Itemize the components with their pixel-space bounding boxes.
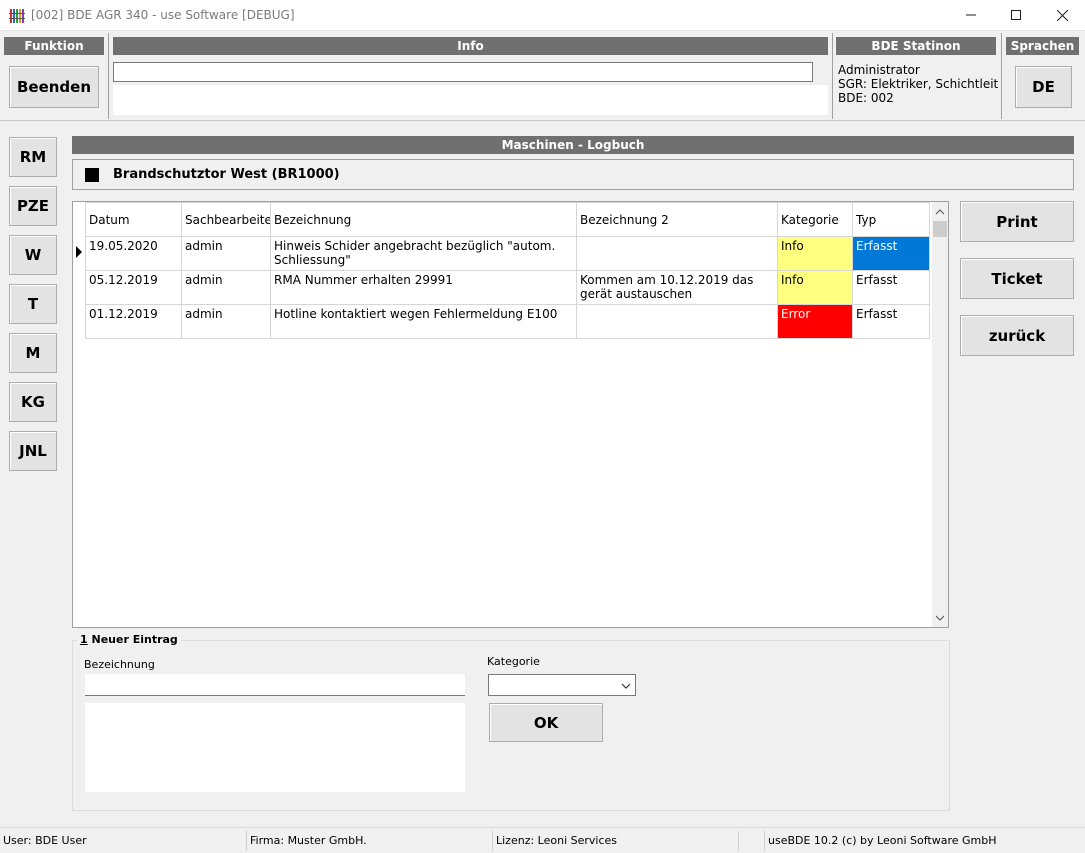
sidebar-rm-button[interactable]: RM <box>9 137 57 177</box>
column-header-kategorie[interactable]: Kategorie <box>777 202 853 237</box>
cell-sachbearbeiter[interactable]: admin <box>181 270 271 305</box>
kategorie-select[interactable] <box>488 674 636 696</box>
bezeichnung-input[interactable] <box>85 674 465 696</box>
separator <box>832 33 833 119</box>
cell-kategorie[interactable]: Info <box>777 270 853 305</box>
sidebar-pze-button[interactable]: PZE <box>9 186 57 226</box>
sidebar-m-button[interactable]: M <box>9 333 57 373</box>
title-bar: [002] BDE AGR 340 - use Software [DEBUG] <box>0 0 1085 31</box>
cell-typ[interactable]: Erfasst <box>852 304 930 339</box>
window-title: [002] BDE AGR 340 - use Software [DEBUG] <box>31 8 295 22</box>
description-textarea[interactable] <box>85 703 465 792</box>
scroll-up-icon[interactable] <box>932 204 948 220</box>
ticket-button[interactable]: Ticket <box>960 258 1074 299</box>
sidebar-t-button[interactable]: T <box>9 284 57 324</box>
close-icon <box>1056 9 1068 21</box>
new-entry-legend-text: Neuer Eintrag <box>87 633 178 646</box>
logbook-grid[interactable]: Datum Sachbearbeiter Bezeichnung Bezeich… <box>72 201 949 628</box>
cell-datum[interactable]: 01.12.2019 <box>85 304 182 339</box>
beenden-button[interactable]: Beenden <box>9 66 99 108</box>
cell-bezeichnung2[interactable]: Kommen am 10.12.2019 das gerät austausch… <box>576 270 778 305</box>
ok-button[interactable]: OK <box>489 703 603 742</box>
column-header-typ[interactable]: Typ <box>852 202 930 237</box>
maximize-icon <box>1011 10 1021 20</box>
new-entry-legend: 1 Neuer Eintrag <box>77 633 181 646</box>
separator <box>1001 33 1002 119</box>
status-user: User: BDE User <box>3 834 87 847</box>
status-empty <box>738 831 764 851</box>
table-row[interactable]: 05.12.2019 admin RMA Nummer erhalten 299… <box>85 270 930 305</box>
row-selector <box>73 236 85 269</box>
machine-status-indicator <box>85 168 99 182</box>
separator <box>108 33 109 119</box>
scroll-down-icon[interactable] <box>932 610 948 626</box>
language-button[interactable]: DE <box>1015 66 1072 108</box>
logbook-table: Datum Sachbearbeiter Bezeichnung Bezeich… <box>85 202 930 339</box>
cell-datum[interactable]: 19.05.2020 <box>85 236 182 271</box>
divider <box>0 120 1085 121</box>
column-header-sachbearbeiter[interactable]: Sachbearbeiter <box>181 202 271 237</box>
new-entry-legend-number: 1 <box>80 633 88 646</box>
close-button[interactable] <box>1039 0 1085 30</box>
column-header-bezeichnung[interactable]: Bezeichnung <box>270 202 577 237</box>
bezeichnung-label: Bezeichnung <box>84 658 155 671</box>
cell-bezeichnung2[interactable] <box>576 236 778 271</box>
app-icon <box>9 8 25 24</box>
logbook-title: Maschinen - Logbuch <box>72 136 1074 154</box>
minimize-icon <box>966 14 976 16</box>
info-header: Info <box>113 37 828 55</box>
cell-bezeichnung[interactable]: RMA Nummer erhalten 29991 <box>270 270 577 305</box>
cell-bezeichnung2[interactable] <box>576 304 778 339</box>
funktion-header: Funktion <box>4 37 104 55</box>
cell-bezeichnung[interactable]: Hotline kontaktiert wegen Fehlermeldung … <box>270 304 577 339</box>
cell-kategorie[interactable]: Info <box>777 236 853 271</box>
sidebar-w-button[interactable]: W <box>9 235 57 275</box>
station-user: Administrator <box>838 63 920 77</box>
status-bar: User: BDE User Firma: Muster GmbH. Lizen… <box>0 827 1085 853</box>
status-firma: Firma: Muster GmbH. <box>246 831 492 851</box>
kategorie-label: Kategorie <box>487 655 540 668</box>
column-header-datum[interactable]: Datum <box>85 202 182 237</box>
station-group: SGR: Elektriker, Schichtleitun <box>838 77 998 91</box>
cell-typ[interactable]: Erfasst <box>852 236 930 271</box>
cell-datum[interactable]: 05.12.2019 <box>85 270 182 305</box>
back-button[interactable]: zurück <box>960 315 1074 356</box>
station-header: BDE Statinon <box>836 37 996 55</box>
sidebar-jnl-button[interactable]: JNL <box>9 431 57 471</box>
maximize-button[interactable] <box>993 0 1039 30</box>
table-row[interactable]: 19.05.2020 admin Hinweis Schider angebra… <box>85 236 930 271</box>
column-header-bezeichnung2[interactable]: Bezeichnung 2 <box>576 202 778 237</box>
scroll-thumb[interactable] <box>933 221 947 237</box>
grid-vertical-scrollbar[interactable] <box>932 202 948 627</box>
cell-sachbearbeiter[interactable]: admin <box>181 304 271 339</box>
sidebar-kg-button[interactable]: KG <box>9 382 57 422</box>
minimize-button[interactable] <box>948 0 994 30</box>
machine-name: Brandschutztor West (BR1000) <box>113 167 340 182</box>
info-input[interactable] <box>113 62 813 82</box>
chevron-down-icon <box>621 683 631 689</box>
cell-bezeichnung[interactable]: Hinweis Schider angebracht bezüglich "au… <box>270 236 577 271</box>
station-bde: BDE: 002 <box>838 91 894 105</box>
machine-panel: Brandschutztor West (BR1000) <box>72 159 1074 190</box>
status-version: useBDE 10.2 (c) by Leoni Software GmbH <box>764 831 1085 851</box>
cell-kategorie[interactable]: Error <box>777 304 853 339</box>
current-row-arrow-icon <box>76 246 82 258</box>
cell-sachbearbeiter[interactable]: admin <box>181 236 271 271</box>
cell-typ[interactable]: Erfasst <box>852 270 930 305</box>
status-lizenz: Lizenz: Leoni Services <box>492 831 738 851</box>
sprachen-header: Sprachen <box>1006 37 1079 55</box>
print-button[interactable]: Print <box>960 201 1074 242</box>
table-row[interactable]: 01.12.2019 admin Hotline kontaktiert weg… <box>85 304 930 339</box>
info-text-area <box>113 85 828 115</box>
